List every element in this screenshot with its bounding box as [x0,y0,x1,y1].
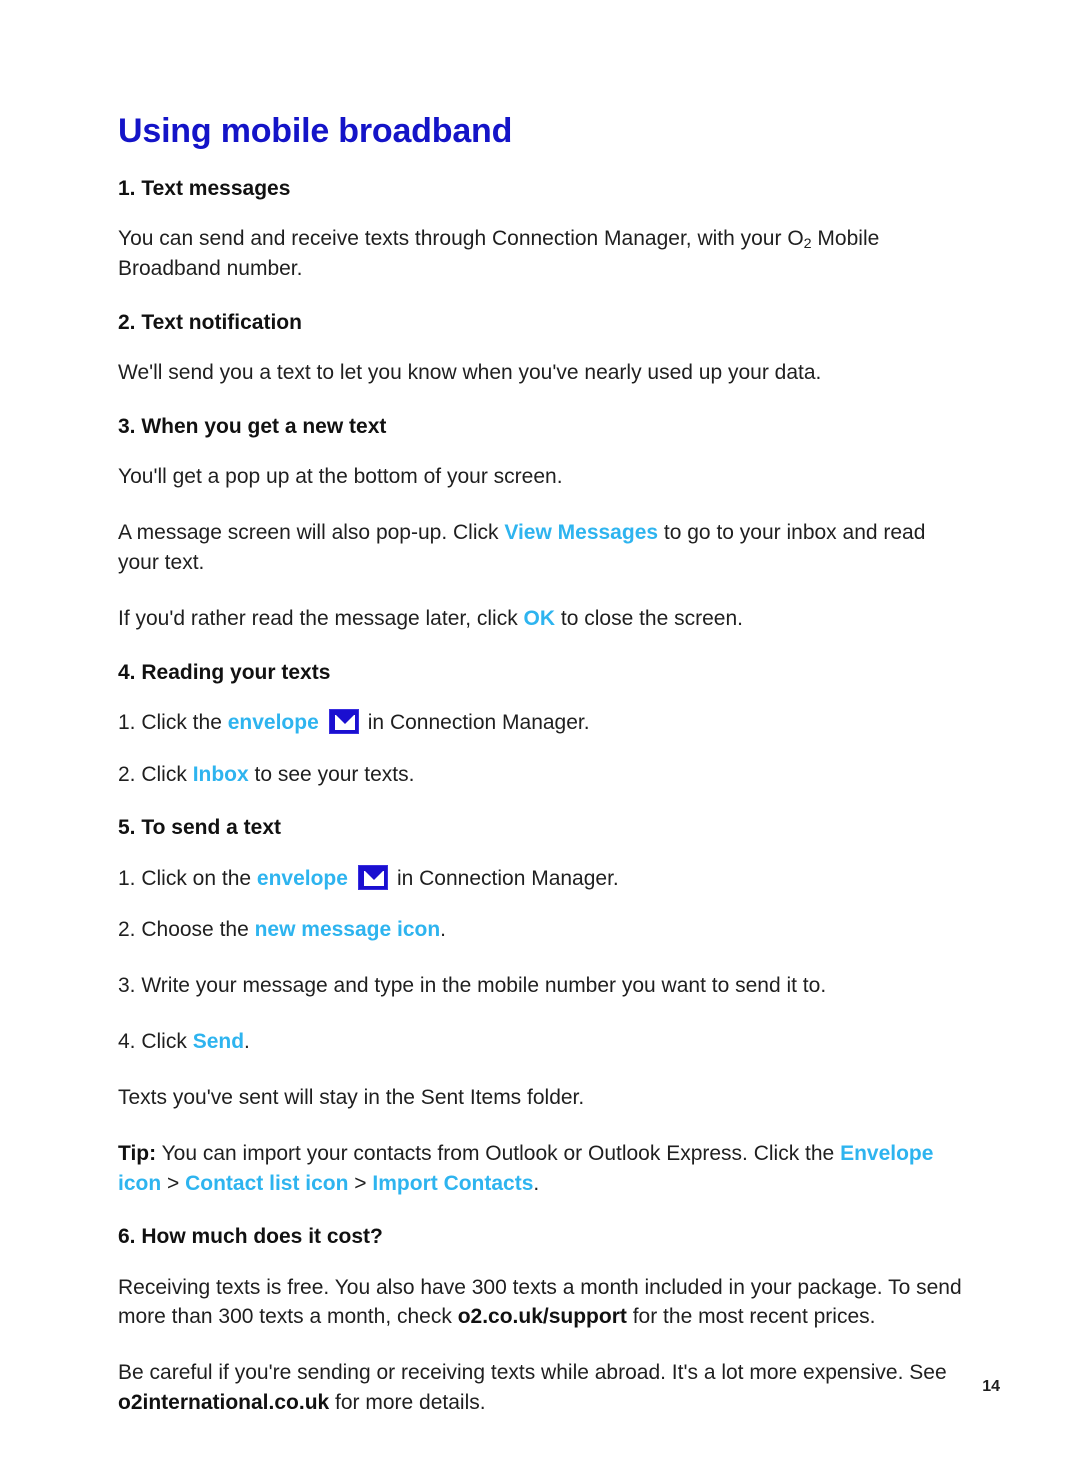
list-item-send-1-part-b: in Connection Manager. [396,866,619,890]
tip-label: Tip: [118,1141,157,1165]
link-contact-list-icon[interactable]: Contact list icon [185,1172,348,1195]
list-item-reading-1-part-a: 1. Click the [118,710,228,734]
document-page: Using mobile broadband 1. Text messages … [0,0,1080,1482]
list-item-send-2-part-b: . [440,918,447,942]
envelope-flap [363,870,384,886]
paragraph-cost-2: Be careful if you're sending or receivin… [118,1358,963,1418]
list-item-reading-2-part-a: 2. Click [118,762,193,786]
link-import-contacts[interactable]: Import Contacts [372,1172,533,1195]
paragraph-view-messages-part-a: A message screen will also pop-up. Click [118,521,505,545]
paragraph-tip: Tip: You can import your contacts from O… [118,1139,963,1199]
list-item-send-2-part-a: 2. Choose the [118,918,255,942]
paragraph-view-messages: A message screen will also pop-up. Click… [118,518,963,578]
list-item-reading-2-part-b: to see your texts. [248,762,415,786]
paragraph-cost-2-part-a: Be careful if you're sending or receivin… [118,1361,947,1385]
envelope-flap [334,714,355,730]
paragraph-click-ok-part-b: to close the screen. [555,606,743,630]
document-content: Using mobile broadband 1. Text messages … [118,112,963,1444]
url-o2-international[interactable]: o2international.co.uk [118,1391,329,1414]
list-item-reading-1: 1. Click the envelope in Connection Manag… [118,708,963,738]
paragraph-click-ok: If you'd rather read the message later, … [118,604,963,634]
envelope-icon [357,864,388,890]
heading-to-send-a-text: 5. To send a text [118,816,281,840]
list-item-send-3: 3. Write your message and type in the mo… [118,974,827,998]
list-item-reading-2: 2. Click Inbox to see your texts. [118,760,963,790]
paragraph-text-notification: We'll send you a text to let you know wh… [118,361,822,385]
link-envelope-send[interactable]: envelope [257,867,348,890]
link-ok[interactable]: OK [524,607,556,630]
heading-text-messages: 1. Text messages [118,177,291,201]
list-item-send-4: 4. Click Send. [118,1027,963,1057]
url-o2-support[interactable]: o2.co.uk/support [458,1305,627,1328]
list-item-send-4-part-a: 4. Click [118,1030,193,1054]
tip-text: You can import your contacts from Outloo… [156,1141,841,1165]
paragraph-cost-2-part-b: for more details. [329,1391,486,1415]
link-envelope-reading[interactable]: envelope [228,711,319,734]
link-new-message-icon[interactable]: new message icon [255,918,441,941]
paragraph-sent-items: Texts you've sent will stay in the Sent … [118,1085,585,1109]
list-item-reading-1-part-b: in Connection Manager. [367,710,590,734]
tip-end-period: . [533,1171,540,1195]
link-view-messages[interactable]: View Messages [504,521,658,544]
list-item-send-4-part-b: . [244,1030,250,1054]
heading-how-much-does-it-cost: 6. How much does it cost? [118,1225,383,1249]
breadcrumb-separator: > [161,1171,186,1195]
paragraph-click-ok-part-a: If you'd rather read the message later, … [118,606,524,630]
link-send[interactable]: Send [193,1030,244,1053]
envelope-icon [328,708,359,734]
list-item-send-2: 2. Choose the new message icon. [118,915,963,945]
heading-text-notification: 2. Text notification [118,310,302,334]
link-inbox[interactable]: Inbox [193,763,249,786]
heading-reading-your-texts: 4. Reading your texts [118,660,331,684]
list-item-send-1: 1. Click on the envelope in Connection Ma… [118,864,963,894]
breadcrumb-separator: > [348,1171,373,1195]
paragraph-text-messages-part-a: You can send and receive texts through C… [118,227,804,251]
o2-subscript: 2 [803,236,812,253]
page-number: 14 [982,1378,1000,1395]
list-item-send-1-part-a: 1. Click on the [118,866,257,890]
heading-when-you-get-a-new-text: 3. When you get a new text [118,415,387,439]
paragraph-text-messages: You can send and receive texts through C… [118,224,963,284]
paragraph-cost-1: Receiving texts is free. You also have 3… [118,1273,963,1333]
page-title: Using mobile broadband [118,112,513,150]
paragraph-popup-bottom: You'll get a pop up at the bottom of you… [118,465,563,489]
paragraph-cost-1-part-b: for the most recent prices. [626,1305,876,1329]
